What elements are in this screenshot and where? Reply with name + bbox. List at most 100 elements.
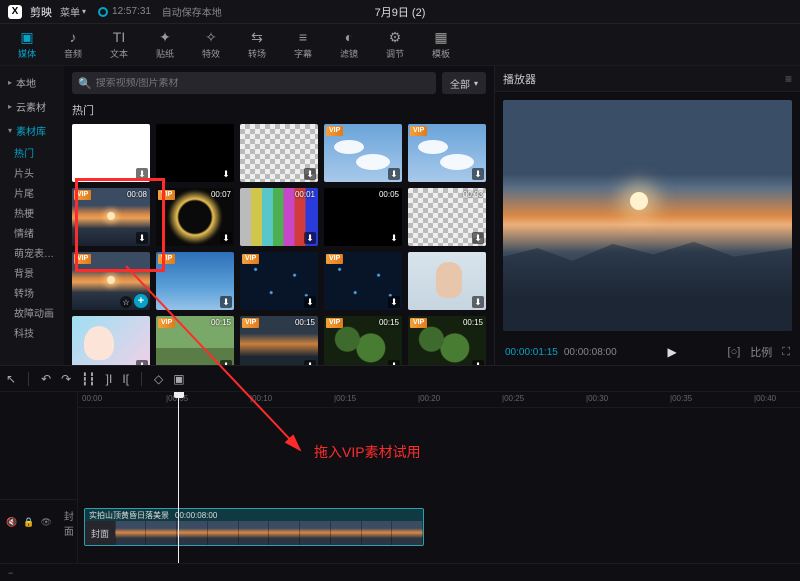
vip-badge: VIP [74,190,91,200]
asset-thumb[interactable]: VIP⬇ [324,124,402,182]
download-icon[interactable]: ⬇ [472,296,484,308]
download-icon[interactable]: ⬇ [472,232,484,244]
sidebar-group[interactable]: ▸云素材 [0,94,64,118]
asset-thumb[interactable]: 00:05⬇ [324,188,402,246]
favorite-icon[interactable]: ☆ [120,296,132,308]
playhead[interactable] [178,392,179,563]
tool-转场[interactable]: ⇆转场 [234,24,280,66]
tool-特效[interactable]: ✧特效 [188,24,234,66]
asset-thumb[interactable]: ⬇ [72,124,150,182]
tool-调节[interactable]: ⚙调节 [372,24,418,66]
asset-thumb[interactable]: ⬇ [72,316,150,365]
vip-badge: VIP [74,254,91,264]
asset-thumb[interactable]: VIP⬇ [240,252,318,310]
tool-滤镜[interactable]: ◐滤镜 [326,24,372,66]
asset-grid: ⬇⬇⬇VIP⬇VIP⬇VIP00:08⬇VIP00:07⬇00:01⬇00:05… [72,124,486,365]
duration-label: 00:15 [295,318,315,327]
sidebar-item[interactable]: 背景 [0,262,64,282]
sidebar-item[interactable]: 转场 [0,282,64,302]
tool-icon: ≡ [299,29,307,45]
menu-button[interactable]: 菜单▾ [60,4,86,19]
undo-icon[interactable]: ↶ [41,372,51,386]
split-icon[interactable]: ┇┇ [81,372,95,386]
pointer-tool-icon[interactable]: ↖ [6,372,16,386]
sidebar-item[interactable]: 热梗 [0,202,64,222]
timeline-tracks[interactable]: 00:00|00:05|00:10|00:15|00:20|00:25|00:3… [78,392,800,563]
download-icon[interactable]: ⬇ [388,168,400,180]
download-icon[interactable]: ⬇ [136,168,148,180]
asset-thumb[interactable]: VIP ⬇ [408,124,486,182]
asset-thumb[interactable]: VIP 00:08 ⬇ [72,188,150,246]
download-icon[interactable]: ⬇ [304,232,316,244]
clip-cover[interactable]: 封面 [85,521,115,545]
sidebar-item[interactable]: 热门 [0,142,64,162]
crop-icon[interactable]: ▣ [173,372,184,386]
frame-icon[interactable]: [○] [728,346,741,358]
add-icon[interactable]: + [134,294,148,308]
cut-left-icon[interactable]: ]I [106,372,113,386]
download-icon[interactable]: ⬇ [388,232,400,244]
video-clip[interactable]: 实拍山顶黄昏日落美景00:00:08:00 封面 [84,508,424,546]
sidebar-item[interactable]: 片尾 [0,182,64,202]
time-ruler[interactable]: 00:00|00:05|00:10|00:15|00:20|00:25|00:3… [78,392,800,408]
asset-thumb[interactable]: VIP00:15⬇ [324,316,402,365]
asset-thumb[interactable]: VIP⬇ [156,252,234,310]
tool-贴纸[interactable]: ✦贴纸 [142,24,188,66]
sidebar-item[interactable]: 情绪 [0,222,64,242]
search-input[interactable]: 🔍 [72,72,436,94]
filter-button[interactable]: 全部▾ [442,72,486,94]
asset-thumb[interactable]: 00:01⬇ [240,188,318,246]
cut-right-icon[interactable]: I[ [122,372,129,386]
zoom-out-icon[interactable]: − [8,568,13,578]
media-panel: ▸本地▸云素材▾素材库热门片头片尾热梗情绪萌宠表…背景转场故障动画科技 🔍 全部… [0,66,495,365]
tool-字幕[interactable]: ≡字幕 [280,24,326,66]
sidebar-item[interactable]: 萌宠表… [0,242,64,262]
mute-icon[interactable]: 🔇 [6,517,17,528]
sidebar-group[interactable]: ▸本地 [0,70,64,94]
redo-icon[interactable]: ↷ [61,372,71,386]
player-controls: 00:00:01:1500:00:08:00 ▶ [○] 比例 ⛶ [495,339,800,365]
section-title: 热门 [72,102,486,118]
player-menu-icon[interactable]: ≡ [785,72,792,86]
vip-badge: VIP [410,126,427,136]
visible-icon[interactable]: 👁 [40,517,51,528]
cover-label[interactable]: 封面 [64,508,77,538]
asset-thumb[interactable]: VIP00:15⬇ [240,316,318,365]
download-icon[interactable]: ⬇ [388,296,400,308]
asset-thumb[interactable]: ⬇ [156,124,234,182]
asset-thumb[interactable]: ⬇ [408,252,486,310]
sidebar-item[interactable]: 片头 [0,162,64,182]
ratio-button[interactable]: 比例 [750,344,772,360]
download-icon[interactable]: ⬇ [304,168,316,180]
download-icon[interactable]: ⬇ [304,296,316,308]
vip-badge: VIP [242,318,259,328]
timeline: ↖ ↶ ↷ ┇┇ ]I I[ ◇ ▣ 🔇 🔒 👁 封面 [0,365,800,581]
fullscreen-icon[interactable]: ⛶ [782,346,790,359]
tool-文本[interactable]: TI文本 [96,24,142,66]
download-icon[interactable]: ⬇ [136,232,148,244]
sidebar-group[interactable]: ▾素材库 [0,118,64,142]
marker-icon[interactable]: ◇ [154,372,163,386]
download-icon[interactable]: ⬇ [220,232,232,244]
download-icon[interactable]: ⬇ [472,168,484,180]
lock-icon[interactable]: 🔒 [23,517,34,528]
asset-thumb[interactable]: VIP00:15⬇ [156,316,234,365]
download-icon[interactable]: ⬇ [220,296,232,308]
duration-label: 00:08 [127,190,147,199]
download-icon[interactable]: ⬇ [220,168,232,180]
asset-thumb[interactable]: ⬇ [240,124,318,182]
asset-thumb[interactable]: 00:03⬇ [408,188,486,246]
tool-icon: ✧ [205,29,217,45]
sidebar-item[interactable]: 故障动画 [0,302,64,322]
search-field[interactable] [96,78,430,89]
asset-thumb[interactable]: VIP⬇ [324,252,402,310]
tool-媒体[interactable]: ▣媒体 [4,24,50,66]
asset-thumb[interactable]: VIP00:15⬇ [408,316,486,365]
tool-音频[interactable]: ♪音频 [50,24,96,66]
tool-模板[interactable]: ▦模板 [418,24,464,66]
preview-viewport[interactable] [503,100,792,331]
asset-thumb[interactable]: VIP ☆+ [72,252,150,310]
play-button[interactable]: ▶ [667,345,676,359]
sidebar-item[interactable]: 科技 [0,322,64,342]
asset-thumb[interactable]: VIP00:07⬇ [156,188,234,246]
